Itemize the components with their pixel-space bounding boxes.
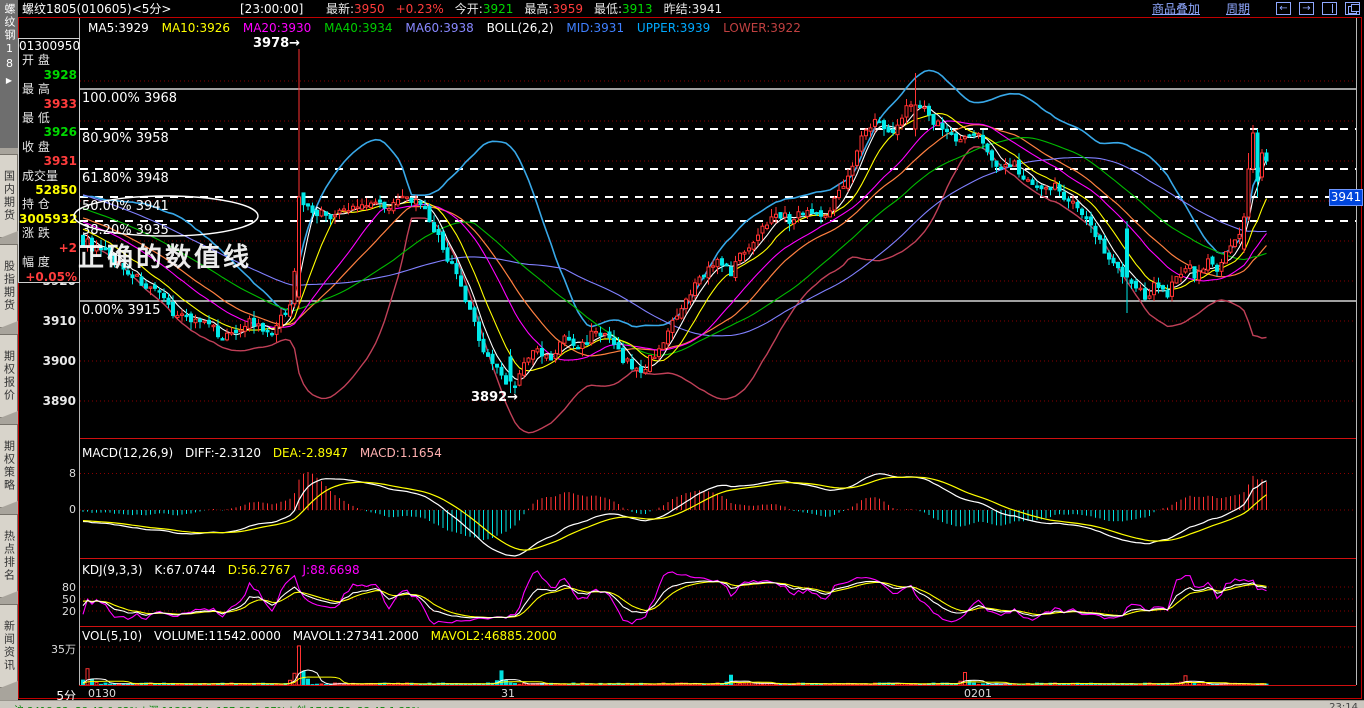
bar-volume: 52850 (19, 183, 79, 197)
kdj-grid (80, 587, 1356, 611)
ma10-value: MA10:3926 (162, 21, 230, 35)
bar-datetime: 01300950 (19, 39, 79, 53)
server-clock: [23:00:00] (240, 2, 326, 16)
fib-label-1: 80.90% 3958 (82, 131, 169, 146)
macd-scale-8: 8 (52, 467, 76, 480)
forward-arrow-icon[interactable]: → (1299, 2, 1314, 15)
x-axis-label: 0130 (88, 687, 116, 700)
mavol1-value: MAVOL1:27341.2000 (293, 629, 419, 643)
back-arrow-icon[interactable]: ← (1276, 2, 1291, 15)
boll-lines (83, 70, 1267, 432)
cascade-windows-icon[interactable] (1345, 2, 1360, 15)
quote-high: 最高:3959 (524, 0, 583, 17)
taskbar-clock: 23:14 (1329, 702, 1358, 708)
y-axis-label: 3890 (30, 394, 76, 408)
y-axis-label: 3900 (30, 354, 76, 368)
period-link[interactable]: 周期 (1226, 0, 1250, 17)
macd-lines (83, 474, 1267, 556)
sidebar-tab-news[interactable]: 新闻资讯 (0, 604, 18, 688)
user-drawn-text-annotation: 正确的数值线 (78, 237, 252, 274)
kdj-d-value: D:56.2767 (228, 563, 291, 577)
volume-ma-lines (83, 670, 1267, 684)
quote-prev-settle: 昨结:3941 (664, 0, 723, 17)
x-axis-label: 31 (501, 687, 515, 700)
active-tab-arrow-icon: ▶ (6, 76, 12, 85)
vol-header: VOL(5,10) VOLUME:11542.0000 MAVOL1:27341… (82, 629, 565, 643)
fib-label-0: 100.00% 3968 (82, 91, 177, 106)
panel-separators (79, 18, 1357, 686)
x-axis-label: 0201 (964, 687, 992, 700)
sidebar-tab-option-quotes[interactable]: 期权报价 (0, 334, 18, 418)
sidebar-active-tab[interactable]: 螺纹钢18 ▶ (0, 0, 18, 148)
bar-info-panel: 01300950 开 盘 3928 最 高 3933 最 低 3926 收 盘 … (18, 38, 80, 283)
fib-label-4: 38.20% 3935 (82, 223, 169, 238)
quote-low: 最低:3913 (594, 0, 653, 17)
sidebar-tab-hot-ranking[interactable]: 热点排名 (0, 514, 18, 598)
ma40-value: MA40:3934 (324, 21, 392, 35)
ma20-value: MA20:3930 (243, 21, 311, 35)
macd-header: MACD(12,26,9) DIFF:-2.3120 DEA:-2.8947 M… (82, 446, 450, 460)
volume-bars (82, 646, 1269, 685)
title-bar: 螺纹1805(010605)<5分> [23:00:00] 最新:3950 +0… (18, 0, 1364, 17)
kdj-j-value: J:88.6698 (302, 563, 359, 577)
kdj-params: KDJ(9,3,3) (82, 563, 143, 577)
session-low-annotation: 3892→ (471, 390, 518, 405)
overlay-contract-link[interactable]: 商品叠加 (1152, 0, 1200, 17)
bar-high: 3933 (19, 97, 79, 111)
fib-label-5: 0.00% 3915 (82, 303, 161, 318)
sidebar-tab-index-futures[interactable]: 股指期货 (0, 244, 18, 328)
vol-scale-label: 35万 (38, 641, 76, 657)
quote-last: 最新:3950 (326, 0, 385, 17)
candles (82, 49, 1269, 394)
split-window-icon[interactable] (1322, 2, 1337, 15)
chart-canvas[interactable] (0, 0, 1364, 708)
macd-histogram (83, 472, 1267, 540)
macd-dea-value: DEA:-2.8947 (273, 446, 348, 460)
settlement-price-tag: 3941 (1329, 189, 1363, 206)
y-axis-label: 3910 (30, 314, 76, 328)
sidebar-tab-domestic-futures[interactable]: 国内期货 (0, 154, 18, 238)
ma-lines (83, 106, 1267, 380)
kdj-k-value: K:67.0744 (154, 563, 216, 577)
boll-params: BOLL(26,2) (487, 21, 554, 35)
fib-label-3: 50.00% 3941 (82, 199, 169, 214)
kdj-lines (83, 571, 1267, 624)
quote-change-pct: +0.23% (396, 2, 444, 16)
active-tab-label: 螺纹钢18 (1, 3, 17, 72)
fib-label-2: 61.80% 3948 (82, 171, 169, 186)
ma-boll-header: MA5:3929 MA10:3926 MA20:3930 MA40:3934 M… (88, 21, 810, 35)
app-window: 螺纹1805(010605)<5分> [23:00:00] 最新:3950 +0… (0, 0, 1364, 708)
boll-lower-value: LOWER:3922 (723, 21, 801, 35)
macd-scale-0: 0 (52, 503, 76, 516)
sidebar-tab-option-strategy[interactable]: 期权策略 (0, 424, 18, 508)
macd-diff-value: DIFF:-2.3120 (185, 446, 261, 460)
ma60-value: MA60:3938 (405, 21, 473, 35)
kdj-scale-20: 20 (52, 605, 76, 618)
macd-bar-value: MACD:1.1654 (360, 446, 442, 460)
bar-open-interest: 3005932 (19, 212, 79, 226)
index-ticker-clipped: 沪 3418.33 -28.43 0.82% | 深 11381.24 -157… (14, 702, 421, 708)
ma5-value: MA5:3929 (88, 21, 149, 35)
bar-low: 3926 (19, 125, 79, 139)
boll-mid-value: MID:3931 (566, 21, 624, 35)
bar-open: 3928 (19, 68, 79, 82)
vol-params: VOL(5,10) (82, 629, 142, 643)
bar-close: 3931 (19, 154, 79, 168)
bottom-task-bar: 沪 3418.33 -28.43 0.82% | 深 11381.24 -157… (0, 700, 1364, 708)
macd-params: MACD(12,26,9) (82, 446, 173, 460)
contract-title: 螺纹1805(010605)<5分> (22, 0, 240, 17)
session-high-annotation: 3978→ (253, 36, 300, 51)
vol-value: VOLUME:11542.0000 (154, 629, 281, 643)
sidebar: 螺纹钢18 ▶ 国内期货 股指期货 期权报价 期权策略 热点排名 新闻资讯 (0, 0, 18, 700)
boll-upper-value: UPPER:3939 (637, 21, 710, 35)
bar-change: +2 (19, 241, 79, 255)
quote-open: 今开:3921 (455, 0, 514, 17)
bar-change-pct: +0.05% (19, 270, 79, 284)
kdj-header: KDJ(9,3,3) K:67.0744 D:56.2767 J:88.6698 (82, 563, 368, 577)
mavol2-value: MAVOL2:46885.2000 (431, 629, 557, 643)
